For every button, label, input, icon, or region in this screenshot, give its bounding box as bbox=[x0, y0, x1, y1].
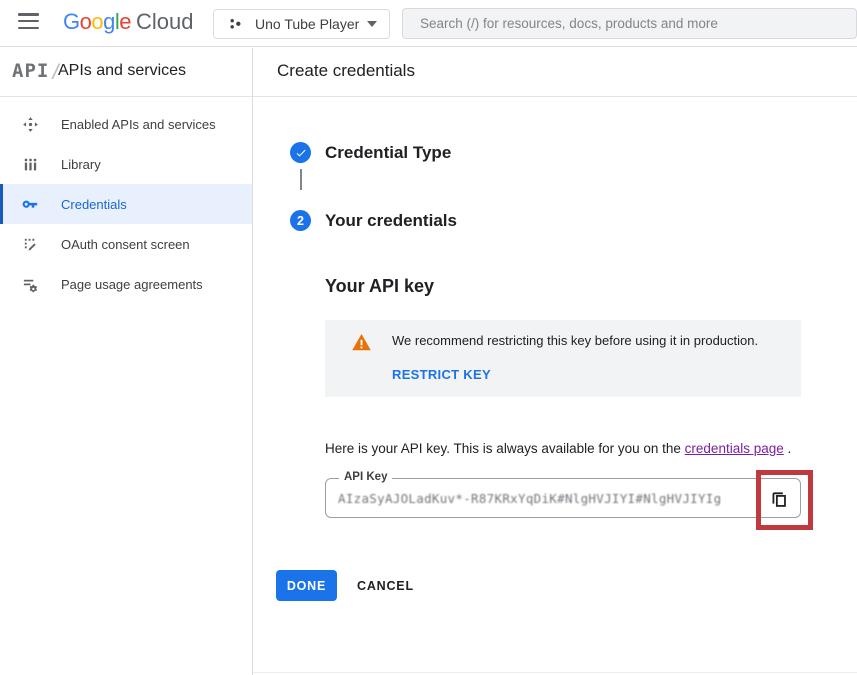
logo-letter: g bbox=[103, 9, 115, 34]
api-key-value[interactable]: AIzaSyAJOLadKuv*-R87KRxYqDiK#NlgHVJIYI#N… bbox=[338, 491, 768, 506]
warning-icon bbox=[352, 334, 371, 356]
logo-letter: G bbox=[63, 9, 80, 34]
product-title: APIs and services bbox=[58, 62, 186, 80]
api-key-field[interactable]: API Key AIzaSyAJOLadKuv*-R87KRxYqDiK#Nlg… bbox=[325, 478, 801, 518]
sidebar-item-label: Library bbox=[61, 157, 101, 172]
sidebar-item-credentials[interactable]: Credentials bbox=[0, 184, 252, 224]
chevron-down-icon bbox=[367, 21, 377, 27]
logo-letter: o bbox=[80, 9, 92, 34]
sidebar-divider bbox=[252, 48, 253, 675]
search-placeholder: Search (/) for resources, docs, products… bbox=[420, 16, 718, 31]
top-app-bar: GoogleCloud Uno Tube Player Search (/) f… bbox=[0, 0, 857, 47]
library-icon bbox=[21, 155, 39, 173]
step2-label: Your credentials bbox=[325, 210, 457, 231]
section-title: Your API key bbox=[325, 276, 434, 297]
restrict-key-button[interactable]: RESTRICT KEY bbox=[392, 367, 491, 382]
project-selector-button[interactable]: Uno Tube Player bbox=[213, 9, 390, 39]
google-cloud-logo: GoogleCloud bbox=[63, 9, 194, 35]
page-title: Create credentials bbox=[277, 61, 415, 81]
product-header: API/ APIs and services Create credential… bbox=[0, 48, 857, 97]
warning-banner: We recommend restricting this key before… bbox=[325, 320, 801, 397]
api-logo-text: API bbox=[12, 60, 49, 82]
page-usage-agreements-icon bbox=[21, 275, 39, 293]
logo-letter: e bbox=[119, 9, 131, 34]
sidebar-item-label: Credentials bbox=[61, 197, 127, 212]
logo-letter: o bbox=[91, 9, 103, 34]
cancel-button[interactable]: CANCEL bbox=[357, 570, 414, 601]
logo-cloud-text: Cloud bbox=[136, 9, 193, 34]
sidebar-item-oauth-consent[interactable]: OAuth consent screen bbox=[0, 224, 252, 264]
api-key-description: Here is your API key. This is always ava… bbox=[325, 441, 791, 456]
enabled-apis-icon bbox=[21, 115, 39, 133]
done-button[interactable]: DONE bbox=[276, 570, 337, 601]
sidebar-item-library[interactable]: Library bbox=[0, 144, 252, 184]
sidebar-item-label: Enabled APIs and services bbox=[61, 117, 216, 132]
description-text: Here is your API key. This is always ava… bbox=[325, 441, 685, 456]
credentials-page-link[interactable]: credentials page bbox=[685, 441, 784, 456]
copy-button[interactable] bbox=[769, 489, 789, 509]
project-icon bbox=[227, 16, 244, 33]
oauth-consent-icon bbox=[21, 235, 39, 253]
step2-number: 2 bbox=[297, 214, 304, 228]
step1-completed-indicator bbox=[290, 142, 311, 163]
hamburger-menu-icon[interactable] bbox=[18, 13, 42, 34]
sidebar-nav: Enabled APIs and services Library Creden… bbox=[0, 104, 252, 304]
description-text-after: . bbox=[784, 441, 792, 456]
sidebar-item-label: Page usage agreements bbox=[61, 277, 203, 292]
sidebar-item-page-usage-agreements[interactable]: Page usage agreements bbox=[0, 264, 252, 304]
sidebar-item-label: OAuth consent screen bbox=[61, 237, 190, 252]
step2-indicator: 2 bbox=[290, 210, 311, 231]
api-key-field-label: API Key bbox=[339, 471, 392, 483]
step1-label: Credential Type bbox=[325, 142, 451, 163]
apis-services-logo-icon: API/ bbox=[12, 60, 63, 82]
warning-text: We recommend restricting this key before… bbox=[392, 333, 758, 348]
step-connector-line bbox=[300, 169, 302, 190]
search-input[interactable]: Search (/) for resources, docs, products… bbox=[402, 8, 857, 39]
check-icon bbox=[295, 147, 307, 159]
content-bottom-divider bbox=[253, 672, 857, 673]
key-icon bbox=[21, 195, 39, 213]
copy-icon bbox=[771, 491, 788, 508]
project-selector-label: Uno Tube Player bbox=[255, 16, 359, 32]
sidebar-item-enabled-apis[interactable]: Enabled APIs and services bbox=[0, 104, 252, 144]
